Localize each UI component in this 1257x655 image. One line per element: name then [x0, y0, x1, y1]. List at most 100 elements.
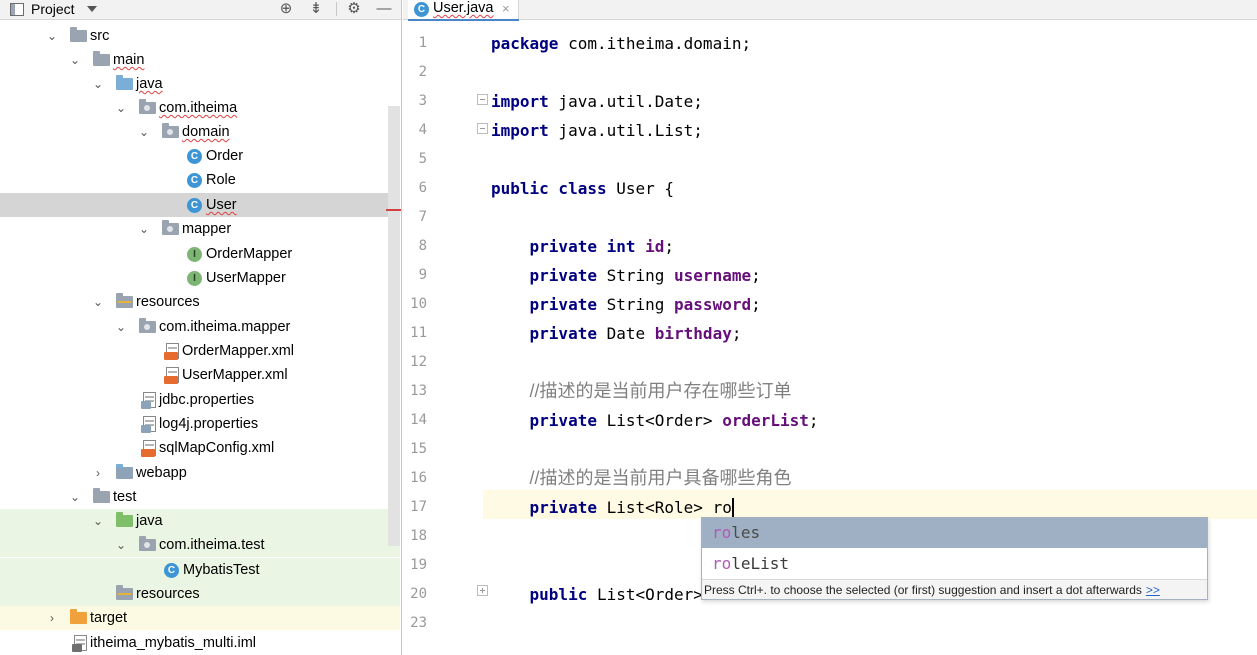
tree-label: Role	[206, 172, 236, 188]
source-folder-icon	[116, 75, 133, 90]
code-line[interactable]	[491, 348, 1257, 377]
tree-row-ordermapper-xml[interactable]: OrderMapper.xml	[0, 339, 400, 363]
tree-row-usermapper-xml[interactable]: UserMapper.xml	[0, 363, 400, 387]
line-number: 23	[410, 615, 427, 631]
code-line[interactable]: private Date birthday;	[491, 319, 1257, 348]
project-view-selector[interactable]: Project	[31, 0, 75, 18]
close-icon[interactable]: ×	[502, 0, 510, 17]
chevron-down-icon[interactable]: ⌄	[115, 315, 127, 339]
comment-token: //描述的是当前用户存在哪些订单	[529, 381, 792, 401]
tree-row-order[interactable]: C Order	[0, 144, 400, 168]
line-number: 12	[410, 354, 427, 370]
code-line[interactable]	[491, 145, 1257, 174]
code-line[interactable]	[491, 435, 1257, 464]
code-line[interactable]: //描述的是当前用户存在哪些订单	[491, 377, 1257, 406]
code-token: ;	[751, 266, 761, 285]
tree-row-test-resources[interactable]: resources	[0, 582, 400, 606]
tree-row-mybatistest[interactable]: C MybatisTest	[0, 558, 400, 582]
code-line[interactable]: private int id;	[491, 232, 1257, 261]
chevron-down-icon[interactable]: ⌄	[115, 96, 127, 120]
expand-fold-icon[interactable]	[477, 585, 488, 596]
fold-icon[interactable]	[477, 123, 488, 134]
tab-user-java[interactable]: C User.java ×	[408, 0, 519, 21]
tree-row-usermapper[interactable]: I UserMapper	[0, 266, 400, 290]
code-line[interactable]	[491, 203, 1257, 232]
collapse-all-icon[interactable]: ⇟	[306, 0, 326, 18]
tree-row-log4j-properties[interactable]: log4j.properties	[0, 412, 400, 436]
code-line[interactable]	[491, 609, 1257, 638]
code-line[interactable]: //描述的是当前用户具备哪些角色	[491, 464, 1257, 493]
chevron-down-icon[interactable]: ⌄	[138, 217, 150, 241]
tree-row-test[interactable]: ⌄ test	[0, 485, 400, 509]
chevron-down-icon[interactable]: ⌄	[92, 290, 104, 314]
completion-hint: Press Ctrl+. to choose the selected (or …	[702, 579, 1207, 599]
tree-row-webapp[interactable]: › webapp	[0, 461, 400, 485]
line-number: 2	[418, 64, 427, 80]
xml-file-icon	[141, 440, 156, 457]
line-number: 13	[410, 383, 427, 399]
completion-item[interactable]: roles	[702, 518, 1207, 548]
code-line[interactable]: import java.util.Date;	[491, 87, 1257, 116]
chevron-right-icon[interactable]: ›	[46, 606, 58, 630]
test-source-folder-icon	[116, 512, 133, 527]
line-number: 18	[410, 528, 427, 544]
tree-row-ordermapper[interactable]: I OrderMapper	[0, 242, 400, 266]
tree-row-com-itheima-mapper[interactable]: ⌄ com.itheima.mapper	[0, 315, 400, 339]
chevron-down-icon[interactable]: ⌄	[69, 485, 81, 509]
completion-item[interactable]: roleList	[702, 549, 1207, 579]
tree-label: java	[136, 513, 163, 529]
folder-icon	[93, 488, 110, 503]
tree-label: itheima_mybatis_multi.iml	[90, 635, 256, 651]
chevron-right-icon[interactable]: ›	[92, 461, 104, 485]
tree-row-resources[interactable]: ⌄ resources	[0, 290, 400, 314]
tree-row-jdbc-properties[interactable]: jdbc.properties	[0, 388, 400, 412]
tree-row-role[interactable]: C Role	[0, 168, 400, 192]
field-token: password	[674, 295, 752, 314]
crosshair-icon[interactable]: ⊕	[276, 0, 296, 18]
chevron-down-icon[interactable]: ⌄	[92, 509, 104, 533]
tree-label: com.itheima.mapper	[159, 319, 291, 335]
code-line[interactable]: private List<Order> orderList;	[491, 406, 1257, 435]
chevron-down-icon[interactable]: ⌄	[138, 120, 150, 144]
minimize-icon[interactable]: —	[374, 0, 394, 18]
code-token: java.util.Date;	[548, 92, 703, 111]
tree-row-com-itheima-test[interactable]: ⌄ com.itheima.test	[0, 533, 400, 557]
field-token: birthday	[654, 324, 732, 343]
resources-folder-icon	[116, 293, 133, 308]
code-line[interactable]	[491, 58, 1257, 87]
tree-row-domain[interactable]: ⌄ domain	[0, 120, 400, 144]
code-line[interactable]: public class User {	[491, 174, 1257, 203]
chevron-down-icon[interactable]: ⌄	[92, 72, 104, 96]
tree-row-main[interactable]: ⌄ main	[0, 48, 400, 72]
tree-row-user[interactable]: C User	[0, 193, 400, 217]
tree-row-iml[interactable]: itheima_mybatis_multi.iml	[0, 631, 400, 655]
chevron-down-icon[interactable]	[87, 6, 97, 12]
tree-row-java[interactable]: ⌄ java	[0, 72, 400, 96]
tree-row-mapper[interactable]: ⌄ mapper	[0, 217, 400, 241]
tree-row-test-java[interactable]: ⌄ java	[0, 509, 400, 533]
code-token: String	[596, 295, 675, 314]
fold-icon[interactable]	[477, 94, 488, 105]
field-token: orderList	[722, 411, 809, 430]
chevron-down-icon[interactable]: ⌄	[115, 533, 127, 557]
code-line[interactable]: package com.itheima.domain;	[491, 29, 1257, 58]
gear-icon[interactable]: ⚙	[344, 0, 364, 18]
tree-scrollbar[interactable]	[388, 106, 400, 546]
completion-rest: les	[731, 523, 761, 542]
tab-label: User.java	[433, 0, 494, 16]
test-resources-folder-icon	[116, 585, 133, 600]
tree-row-com-itheima[interactable]: ⌄ com.itheima	[0, 96, 400, 120]
chevron-down-icon[interactable]: ⌄	[69, 48, 81, 72]
code-line[interactable]: private String password;	[491, 290, 1257, 319]
tree-row-src[interactable]: ⌄ src	[0, 24, 400, 48]
hint-more-link[interactable]: >>	[1146, 583, 1160, 597]
tree-row-target[interactable]: › target	[0, 606, 400, 630]
code-line[interactable]: import java.util.List;	[491, 116, 1257, 145]
chevron-down-icon[interactable]: ⌄	[46, 24, 58, 48]
completion-rest: leList	[731, 554, 790, 573]
line-number: 20	[410, 586, 427, 602]
code-line[interactable]: private String username;	[491, 261, 1257, 290]
tree-row-sqlmapconfig-xml[interactable]: sqlMapConfig.xml	[0, 436, 400, 460]
